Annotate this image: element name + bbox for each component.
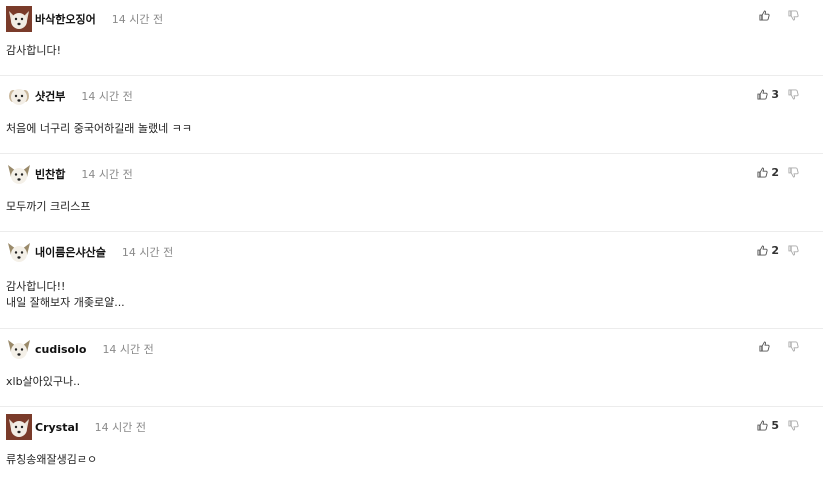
like-button[interactable]: 2 (757, 166, 779, 179)
thumbs-up-icon (759, 341, 770, 352)
comment-item: cudisolo 14 시간 전 xlb살아있구나.. (0, 329, 823, 407)
comment-author[interactable]: 빈찬합 (35, 166, 65, 182)
thumbs-down-icon (788, 420, 799, 431)
thumbs-up-icon (757, 245, 768, 256)
comment-time: 14 시간 전 (121, 246, 174, 259)
like-button[interactable] (759, 341, 779, 352)
like-button[interactable]: 2 (757, 244, 779, 257)
vote-box: 5 (757, 419, 799, 432)
thumbs-down-icon (788, 167, 799, 178)
thumbs-up-icon (757, 420, 768, 431)
comment-item: 바삭한오징어 14 시간 전 감사합니다! (0, 0, 823, 76)
comment-time: 14 시간 전 (81, 90, 133, 103)
like-count: 2 (771, 244, 779, 257)
vote-box: 3 (757, 88, 799, 101)
dislike-button[interactable] (788, 245, 799, 256)
thumbs-down-icon (788, 245, 799, 256)
comment-text: xlb살아있구나.. (6, 375, 81, 388)
comment-body: 감사합니다! (6, 43, 823, 59)
dog-avatar-icon[interactable] (6, 83, 32, 109)
dog-avatar-icon[interactable] (6, 239, 32, 265)
comment-text: 처음에 너구리 중국어하길래 놀랬네 ㅋㅋ (6, 122, 193, 135)
comment-body: 모두까기 크리스프 (6, 199, 823, 215)
like-button[interactable] (759, 10, 779, 21)
comment-time: 14 시간 전 (81, 168, 133, 181)
comment-list: 바삭한오징어 14 시간 전 감사합니다! 샷건부 14 시간 전 처음에 너구… (0, 0, 823, 483)
dislike-button[interactable] (788, 89, 799, 100)
like-count: 5 (771, 419, 779, 432)
thumbs-up-icon (759, 10, 770, 21)
vote-box: 2 (757, 244, 799, 257)
comment-time: 14 시간 전 (102, 343, 154, 356)
comment-time: 14 시간 전 (94, 421, 147, 434)
comment-item: 샷건부 14 시간 전 처음에 너구리 중국어하길래 놀랬네 ㅋㅋ 3 (0, 76, 823, 154)
thumbs-down-icon (788, 10, 799, 21)
comment-author[interactable]: cudisolo (35, 343, 86, 356)
vote-box: 2 (757, 166, 799, 179)
comment-text: 내일 잘해보자 개좆로얄... (6, 296, 125, 309)
comment-body: xlb살아있구나.. (6, 374, 823, 390)
comment-author[interactable]: 내이름은샤산슬 (35, 244, 106, 260)
like-count: 2 (771, 166, 779, 179)
comment-text: 모두까기 크리스프 (6, 200, 91, 213)
dislike-button[interactable] (788, 167, 799, 178)
thumbs-up-icon (757, 89, 768, 100)
like-button[interactable]: 3 (757, 88, 779, 101)
comment-body: 류칭송왜잘생김ㄹㅇ (6, 452, 823, 468)
dislike-button[interactable] (788, 10, 799, 21)
comment-text: 류칭송왜잘생김ㄹㅇ (6, 453, 98, 466)
comment-text: 감사합니다!! (6, 280, 66, 293)
like-count: 3 (771, 88, 779, 101)
thumbs-down-icon (788, 341, 799, 352)
comment-time: 14 시간 전 (111, 13, 164, 26)
dislike-button[interactable] (788, 341, 799, 352)
comment-text: 감사합니다! (6, 44, 62, 57)
comment-body: 감사합니다!! 내일 잘해보자 개좆로얄... (6, 279, 823, 311)
vote-box (759, 10, 799, 21)
vote-box (759, 341, 799, 352)
comment-item: 내이름은샤산슬 14 시간 전 감사합니다!! 내일 잘해보자 개좆로얄... … (0, 232, 823, 329)
comment-author[interactable]: Crystal (35, 421, 79, 434)
dog-avatar-icon[interactable] (6, 6, 32, 32)
like-button[interactable]: 5 (757, 419, 779, 432)
comment-item: Crystal 14 시간 전 류칭송왜잘생김ㄹㅇ 5 (0, 407, 823, 483)
comment-body: 처음에 너구리 중국어하길래 놀랬네 ㅋㅋ (6, 121, 823, 137)
dislike-button[interactable] (788, 420, 799, 431)
comment-author[interactable]: 샷건부 (35, 88, 65, 104)
thumbs-up-icon (757, 167, 768, 178)
comment-item: 빈찬합 14 시간 전 모두까기 크리스프 2 (0, 154, 823, 232)
comment-author[interactable]: 바삭한오징어 (35, 11, 96, 27)
dog-avatar-icon[interactable] (6, 161, 32, 187)
dog-avatar-icon[interactable] (6, 414, 32, 440)
dog-avatar-icon[interactable] (6, 336, 32, 362)
thumbs-down-icon (788, 89, 799, 100)
